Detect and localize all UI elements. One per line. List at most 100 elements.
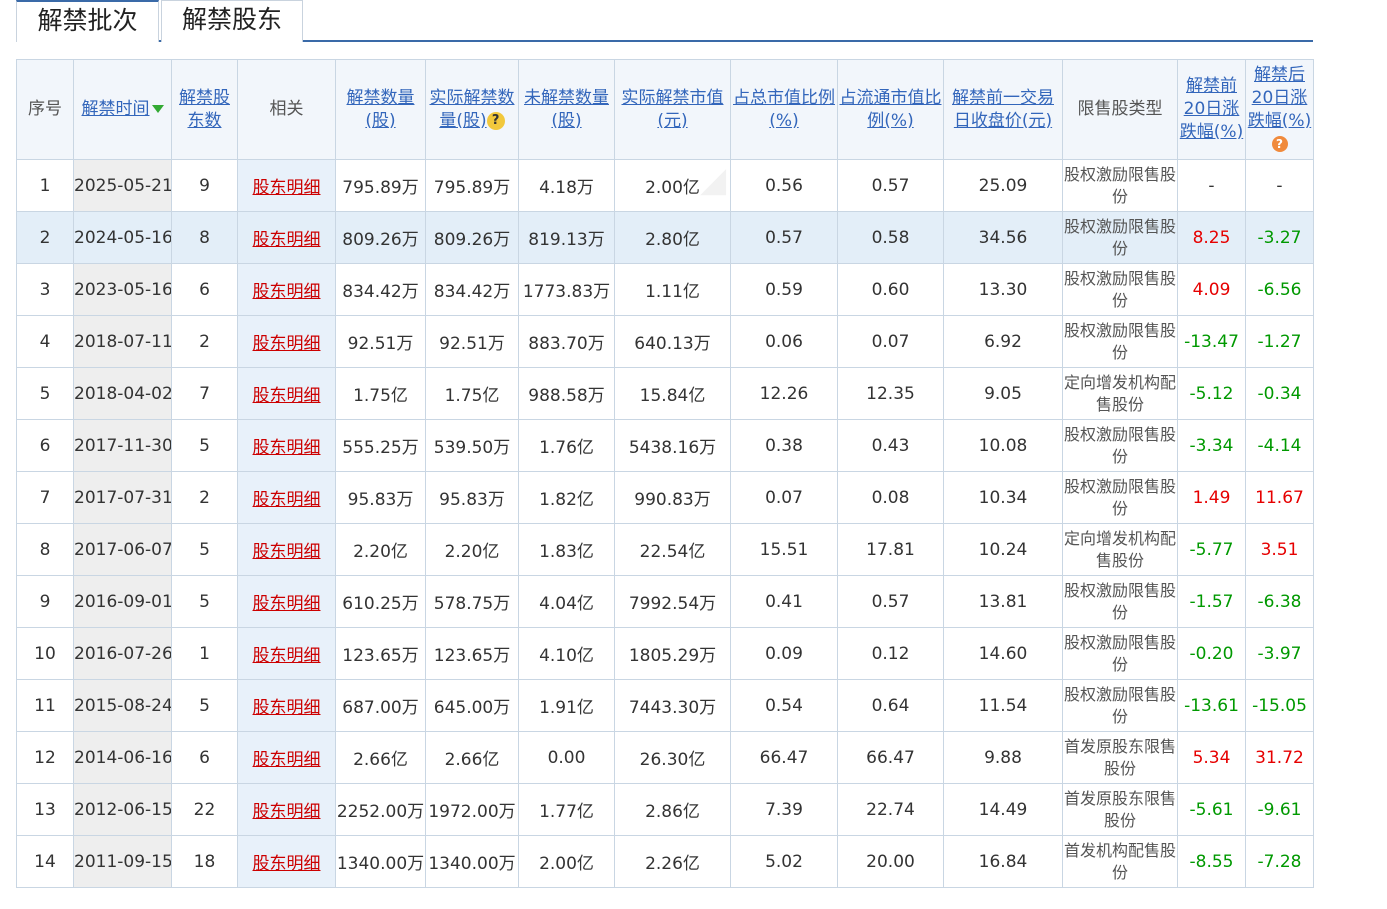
header-date-label[interactable]: 解禁时间 <box>82 99 150 119</box>
cell-actual-qty: 2.66亿 <box>425 731 519 784</box>
cell-related[interactable]: 股东明细 <box>237 367 336 420</box>
cell-prev-close: 11.54 <box>943 679 1063 732</box>
tab-unlock-holders[interactable]: 解禁股东 <box>161 0 303 42</box>
cell-related[interactable]: 股东明细 <box>237 575 336 628</box>
header-holders[interactable]: 解禁股东数 <box>171 59 238 160</box>
cell-actual-qty: 809.26万 <box>425 211 519 264</box>
holder-detail-link[interactable]: 股东明细 <box>253 230 321 250</box>
holder-detail-link[interactable]: 股东明细 <box>253 802 321 822</box>
cell-actual-value: 26.30亿 <box>614 731 731 784</box>
holder-detail-link[interactable]: 股东明细 <box>253 698 321 718</box>
cell-remaining: 2.00亿 <box>518 835 615 888</box>
cell-date: 2018-07-11 <box>73 315 172 368</box>
cell-remaining: 0.00 <box>518 731 615 784</box>
cell-actual-value: 1805.29万 <box>614 627 731 680</box>
cell-prev-close: 10.08 <box>943 419 1063 472</box>
cell-related[interactable]: 股东明细 <box>237 315 336 368</box>
header-pre20[interactable]: 解禁前20日涨跌幅(%) <box>1177 59 1246 160</box>
cell-seq: 13 <box>16 783 74 836</box>
holder-detail-link[interactable]: 股东明细 <box>253 282 321 302</box>
table-row: 3 2023-05-16 6 股东明细 834.42万 834.42万 1773.83万 1.… <box>16 263 1314 316</box>
holder-detail-link[interactable]: 股东明细 <box>253 854 321 874</box>
cell-post20: -6.38 <box>1245 575 1314 628</box>
cell-related[interactable]: 股东明细 <box>237 211 336 264</box>
help-icon[interactable]: ? <box>1271 135 1288 152</box>
header-actual-qty[interactable]: 实际解禁数量(股)? <box>425 59 519 160</box>
cell-remaining: 4.10亿 <box>518 627 615 680</box>
cell-pre20: -3.34 <box>1177 419 1246 472</box>
cell-remaining: 883.70万 <box>518 315 615 368</box>
holder-detail-link[interactable]: 股东明细 <box>253 646 321 666</box>
cell-seq: 10 <box>16 627 74 680</box>
holder-detail-link[interactable]: 股东明细 <box>253 178 321 198</box>
cell-remaining: 1.83亿 <box>518 523 615 576</box>
holder-detail-link[interactable]: 股东明细 <box>253 334 321 354</box>
cell-related[interactable]: 股东明细 <box>237 159 336 212</box>
cell-type: 定向增发机构配售股份 <box>1062 367 1178 420</box>
header-float-ratio[interactable]: 占流通市值比例(%) <box>837 59 944 160</box>
cell-post20: - <box>1245 159 1314 212</box>
cell-related[interactable]: 股东明细 <box>237 679 336 732</box>
header-prev-close[interactable]: 解禁前一交易日收盘价(元) <box>943 59 1063 160</box>
holder-detail-link[interactable]: 股东明细 <box>253 594 321 614</box>
cell-actual-value: 2.26亿 <box>614 835 731 888</box>
tab-unlock-batches[interactable]: 解禁批次 <box>16 0 159 42</box>
cell-total-ratio: 0.09 <box>730 627 838 680</box>
cell-related[interactable]: 股东明细 <box>237 783 336 836</box>
cell-date: 2017-06-07 <box>73 523 172 576</box>
holder-detail-link[interactable]: 股东明细 <box>253 490 321 510</box>
help-icon[interactable]: ? <box>486 111 505 130</box>
cell-related[interactable]: 股东明细 <box>237 523 336 576</box>
cell-actual-qty: 1340.00万 <box>425 835 519 888</box>
cell-prev-close: 10.34 <box>943 471 1063 524</box>
cell-date: 2017-07-31 <box>73 471 172 524</box>
cell-seq: 9 <box>16 575 74 628</box>
header-remaining[interactable]: 未解禁数量(股) <box>518 59 615 160</box>
table-row: 2 2024-05-16 8 股东明细 809.26万 809.26万 819.13万 2.8… <box>16 211 1314 264</box>
cell-actual-value: 22.54亿 <box>614 523 731 576</box>
cell-prev-close: 34.56 <box>943 211 1063 264</box>
cell-total-ratio: 0.38 <box>730 419 838 472</box>
holder-detail-link[interactable]: 股东明细 <box>253 438 321 458</box>
header-post20[interactable]: 解禁后20日涨跌幅(%)? <box>1245 59 1314 160</box>
holder-detail-link[interactable]: 股东明细 <box>253 750 321 770</box>
cell-actual-qty: 1972.00万 <box>425 783 519 836</box>
cell-type: 股权激励限售股份 <box>1062 263 1178 316</box>
cell-related[interactable]: 股东明细 <box>237 419 336 472</box>
table-row: 12 2014-06-16 6 股东明细 2.66亿 2.66亿 0.00 26.30亿 66.… <box>16 731 1314 784</box>
header-total-ratio[interactable]: 占总市值比例(%) <box>730 59 838 160</box>
cell-related[interactable]: 股东明细 <box>237 627 336 680</box>
cell-float-ratio: 0.08 <box>837 471 944 524</box>
cell-holders: 22 <box>171 783 238 836</box>
sort-desc-icon[interactable] <box>151 105 164 113</box>
cell-qty: 92.51万 <box>335 315 426 368</box>
table-row: 7 2017-07-31 2 股东明细 95.83万 95.83万 1.82亿 990.83万… <box>16 471 1314 524</box>
holder-detail-link[interactable]: 股东明细 <box>253 542 321 562</box>
cell-pre20: 5.34 <box>1177 731 1246 784</box>
cell-related[interactable]: 股东明细 <box>237 835 336 888</box>
cell-actual-qty: 2.20亿 <box>425 523 519 576</box>
cell-pre20: - <box>1177 159 1246 212</box>
cell-pre20: -13.61 <box>1177 679 1246 732</box>
cell-related[interactable]: 股东明细 <box>237 263 336 316</box>
cell-float-ratio: 66.47 <box>837 731 944 784</box>
cell-remaining: 1.76亿 <box>518 419 615 472</box>
header-date[interactable]: 解禁时间 <box>73 59 172 160</box>
cell-prev-close: 13.81 <box>943 575 1063 628</box>
header-qty[interactable]: 解禁数量(股) <box>335 59 426 160</box>
cell-type: 股权激励限售股份 <box>1062 315 1178 368</box>
cell-post20: -15.05 <box>1245 679 1314 732</box>
cell-actual-qty: 95.83万 <box>425 471 519 524</box>
cell-related[interactable]: 股东明细 <box>237 471 336 524</box>
cell-actual-value: 2.00亿 <box>614 159 731 212</box>
cell-holders: 5 <box>171 523 238 576</box>
cell-holders: 7 <box>171 367 238 420</box>
cell-remaining: 4.04亿 <box>518 575 615 628</box>
cell-qty: 2.20亿 <box>335 523 426 576</box>
cell-seq: 11 <box>16 679 74 732</box>
holder-detail-link[interactable]: 股东明细 <box>253 386 321 406</box>
cell-total-ratio: 0.54 <box>730 679 838 732</box>
cell-actual-qty: 645.00万 <box>425 679 519 732</box>
cell-related[interactable]: 股东明细 <box>237 731 336 784</box>
header-actual-value[interactable]: 实际解禁市值(元) <box>614 59 731 160</box>
